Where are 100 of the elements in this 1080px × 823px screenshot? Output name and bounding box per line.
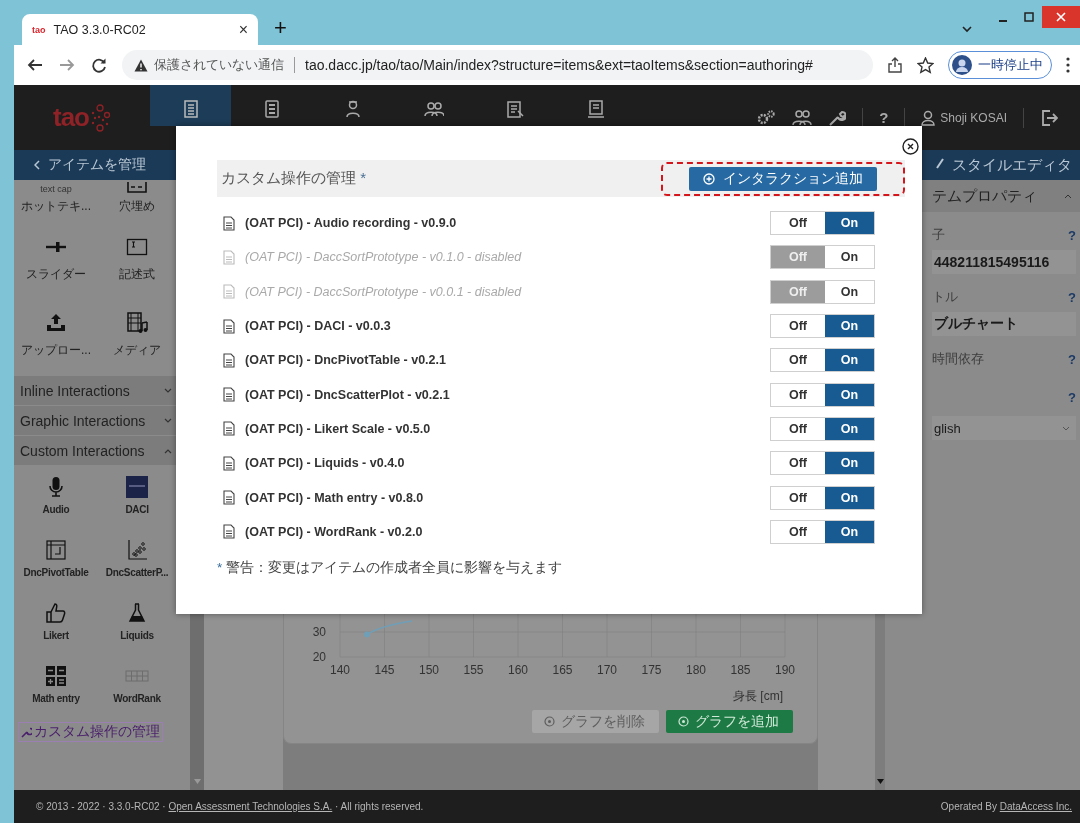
on-option[interactable]: On <box>825 486 874 509</box>
operator-link[interactable]: DataAccess Inc. <box>999 801 1072 812</box>
tool-label[interactable]: Liquids <box>120 630 154 641</box>
text-field[interactable]: ブルチャート <box>932 312 1076 336</box>
share-icon[interactable] <box>887 57 903 73</box>
x-tick-label: 170 <box>597 663 617 677</box>
chevron-down-icon <box>1062 425 1070 431</box>
on-option[interactable]: On <box>825 383 874 406</box>
tool-label[interactable]: Math entry <box>32 693 80 704</box>
interaction-label: (OAT PCI) - Audio recording - v0.9.0 <box>245 216 457 231</box>
on-option[interactable]: On <box>825 520 874 543</box>
text-field[interactable]: 448211815495116 <box>932 250 1076 274</box>
on-off-toggle[interactable]: Off On <box>770 211 875 236</box>
on-off-toggle[interactable]: Off On <box>770 485 875 510</box>
on-off-toggle[interactable]: Off On <box>770 451 875 476</box>
document-icon <box>223 284 235 300</box>
tool-label[interactable]: WordRank <box>113 693 161 704</box>
new-tab-button[interactable]: + <box>274 15 287 41</box>
y-tick-label: 20 <box>312 650 326 664</box>
browser-tab[interactable]: tao TAO 3.3.0-RC02 × <box>22 14 258 45</box>
scroll-down-icon[interactable] <box>876 779 884 784</box>
address-bar[interactable]: 保護されていない通信 tao.dacc.jp/tao/tao/Main/index?structure=items&ext=taoItems&section=authoring# <box>122 50 873 80</box>
chevron-up-icon <box>1064 193 1072 199</box>
maximize-icon <box>1024 12 1034 22</box>
document-icon <box>223 215 235 231</box>
copyright-text: © 2013 - 2022 · 3.3.0-RC02 · Open Assessment Technologies S.A. · All rights reserved. <box>36 801 424 812</box>
dots-logo-icon <box>89 102 111 133</box>
back-link[interactable]: アイテムを管理 <box>14 150 176 180</box>
tool-label[interactable]: DACI <box>125 504 149 515</box>
window-close-button[interactable] <box>1042 6 1080 28</box>
thumbnail-icon <box>125 475 149 499</box>
close-tab-button[interactable]: × <box>238 20 248 39</box>
gears-icon[interactable] <box>756 108 777 127</box>
x-tick-label: 160 <box>508 663 528 677</box>
x-tick-label: 140 <box>330 663 350 677</box>
interaction-label: (OAT PCI) - DaccSortPrototype - v0.1.0 - disabled <box>245 250 522 265</box>
on-off-toggle[interactable]: Off On <box>770 314 875 339</box>
minimize-icon <box>998 20 1008 22</box>
users-icon[interactable] <box>792 108 813 127</box>
on-off-toggle[interactable]: Off On <box>770 382 875 407</box>
accordion-header[interactable]: Inline Interactions <box>14 376 176 405</box>
accordion-header[interactable]: Graphic Interactions <box>14 406 176 435</box>
url-text: tao.dacc.jp/tao/tao/Main/index?structure=items&ext=taoItems&section=authoring# <box>305 57 813 73</box>
chevron-left-icon <box>34 160 40 170</box>
nav-tab[interactable] <box>150 85 231 126</box>
tool-label[interactable]: 穴埋め <box>119 198 155 215</box>
on-option[interactable]: On <box>825 212 874 235</box>
x-tick-label: 190 <box>775 663 795 677</box>
tool-label[interactable]: メディア <box>113 342 161 359</box>
tool-label[interactable]: 記述式 <box>119 266 155 283</box>
menu-icon[interactable] <box>1066 57 1070 73</box>
avatar-icon <box>952 55 972 75</box>
x-tick-label: 145 <box>374 663 395 677</box>
manage-link[interactable]: カスタム操作の管理 <box>18 722 163 742</box>
star-icon[interactable] <box>917 56 934 74</box>
clipboard-icon <box>504 99 525 119</box>
tool-label[interactable]: スライダー <box>26 266 86 283</box>
y-tick-label: 30 <box>312 625 326 639</box>
tool-label[interactable]: Likert <box>43 630 69 641</box>
on-option[interactable]: On <box>825 315 874 338</box>
chevron-down-icon <box>164 417 172 424</box>
on-option[interactable]: On <box>825 417 874 440</box>
document-icon <box>223 387 235 403</box>
tab-title: TAO 3.3.0-RC02 <box>53 22 147 37</box>
on-off-toggle[interactable]: Off On <box>770 416 875 441</box>
tool-label[interactable]: アップロー... <box>21 342 91 359</box>
company-link[interactable]: Open Assessment Technologies S.A. <box>168 801 333 812</box>
report-icon <box>585 99 606 119</box>
gap-icon <box>125 182 149 194</box>
tab-logo: tao <box>32 24 46 35</box>
tool-label[interactable]: ホットテキ... <box>21 198 91 215</box>
x-axis-title: 身長 [cm] <box>733 689 783 703</box>
tool-label[interactable]: DncScatterP... <box>105 567 169 578</box>
icon-caption: text cap <box>40 184 72 194</box>
data-line <box>366 620 413 636</box>
on-option[interactable]: On <box>825 349 874 372</box>
x-tick-label: 175 <box>641 663 662 677</box>
accordion-header[interactable]: Custom Interactions <box>14 436 176 465</box>
interaction-label: (OAT PCI) - Math entry - v0.8.0 <box>245 490 424 505</box>
document-icon <box>223 249 235 265</box>
on-off-toggle[interactable]: Off On <box>770 348 875 373</box>
help-button[interactable]: ? <box>879 109 889 126</box>
reload-icon[interactable] <box>90 56 108 74</box>
on-option[interactable]: On <box>825 452 874 475</box>
tool-label[interactable]: DncPivotTable <box>23 567 89 578</box>
manage-link-label: カスタム操作の管理 <box>34 723 160 741</box>
chart-button[interactable]: グラフを追加 <box>666 710 793 733</box>
user-menu[interactable]: Shoji KOSAI <box>921 109 1007 126</box>
language-select[interactable]: glish <box>932 416 1076 440</box>
on-off-toggle[interactable]: Off On <box>770 519 875 544</box>
close-icon[interactable] <box>902 138 919 155</box>
modal-title: カスタム操作の管理 * <box>220 169 366 188</box>
logout-icon[interactable] <box>1040 108 1058 127</box>
document-icon <box>223 352 235 368</box>
add-interaction-button[interactable]: インタラクション追加 <box>689 166 877 191</box>
wrench-icon[interactable] <box>828 108 847 127</box>
wrench-icon <box>21 726 32 738</box>
table-icon <box>44 538 68 562</box>
chevron-up-icon <box>164 447 172 454</box>
tool-label[interactable]: Audio <box>42 504 70 515</box>
